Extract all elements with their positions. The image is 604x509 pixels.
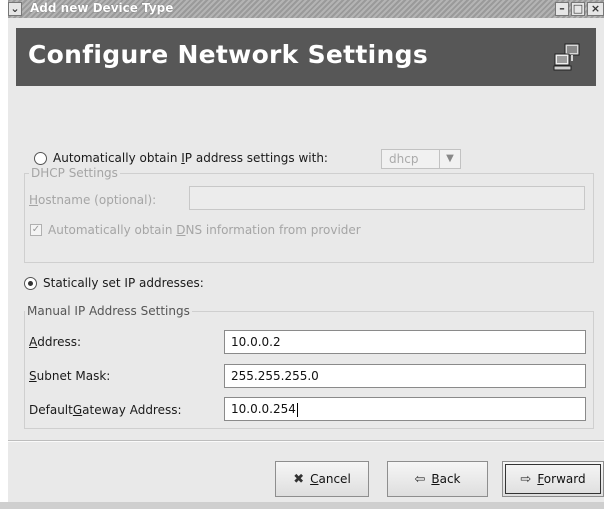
window-title: Add new Device Type xyxy=(30,1,174,15)
forward-button[interactable]: ⇨ Forward xyxy=(502,461,604,497)
hostname-label: Hostname (optional): xyxy=(29,193,157,207)
text-cursor xyxy=(296,402,298,417)
dropdown-arrow-icon: ▼ xyxy=(439,150,460,168)
subnet-field[interactable]: 255.255.255.0 xyxy=(224,364,586,388)
dns-label: Automatically obtain DNS information fro… xyxy=(48,223,361,237)
manual-ip-group-label: Manual IP Address Settings xyxy=(25,304,192,318)
hostname-field[interactable] xyxy=(189,186,585,210)
dns-checkbox[interactable]: ✓ xyxy=(30,224,42,236)
address-field[interactable]: 10.0.0.2 xyxy=(224,330,586,354)
maximize-button[interactable]: □ xyxy=(571,2,585,16)
gateway-field[interactable]: 10.0.0.254 xyxy=(224,397,586,421)
static-ip-radio[interactable] xyxy=(24,276,37,290)
ip-method-value: dhcp xyxy=(389,152,419,166)
page-title: Configure Network Settings xyxy=(28,40,429,69)
page-header: Configure Network Settings xyxy=(16,28,596,86)
forward-arrow-icon: ⇨ xyxy=(520,471,532,487)
gateway-value: 10.0.0.254 xyxy=(231,402,296,416)
auto-ip-radio[interactable] xyxy=(34,151,47,165)
forward-label: Forward xyxy=(537,472,586,486)
back-label: Back xyxy=(431,472,461,486)
ip-method-dropdown[interactable]: dhcp ▼ xyxy=(381,149,461,169)
close-button[interactable]: × xyxy=(587,2,604,16)
dhcp-group-label: DHCP Settings xyxy=(29,166,120,180)
back-button[interactable]: ⇦ Back xyxy=(387,461,488,497)
static-ip-option[interactable]: Statically set IP addresses: xyxy=(24,276,204,290)
cancel-button[interactable]: ✖ Cancel xyxy=(275,461,369,497)
button-separator-highlight xyxy=(8,441,604,442)
dialog-window: ⌄ Add new Device Type – □ × Configure Ne… xyxy=(8,0,604,502)
subnet-label: Subnet Mask: xyxy=(29,369,111,383)
gateway-label: Default Gateway Address: xyxy=(29,403,182,417)
minimize-button[interactable]: – xyxy=(555,2,569,16)
title-bar[interactable]: ⌄ Add new Device Type – □ × xyxy=(8,0,604,18)
static-ip-label: Statically set IP addresses: xyxy=(43,276,204,290)
cancel-label: Cancel xyxy=(310,472,351,486)
window-bottom-edge xyxy=(0,502,604,509)
network-computer-icon xyxy=(553,43,580,71)
window-menu-button[interactable]: ⌄ xyxy=(8,2,22,16)
back-arrow-icon: ⇦ xyxy=(414,471,426,487)
auto-ip-label: Automatically obtain IP address settings… xyxy=(53,151,328,165)
address-label: Address: xyxy=(29,335,82,349)
dns-option[interactable]: ✓ Automatically obtain DNS information f… xyxy=(30,223,361,237)
cancel-icon: ✖ xyxy=(293,471,305,487)
auto-ip-option[interactable]: Automatically obtain IP address settings… xyxy=(34,151,328,165)
screen-left-edge xyxy=(0,0,8,509)
